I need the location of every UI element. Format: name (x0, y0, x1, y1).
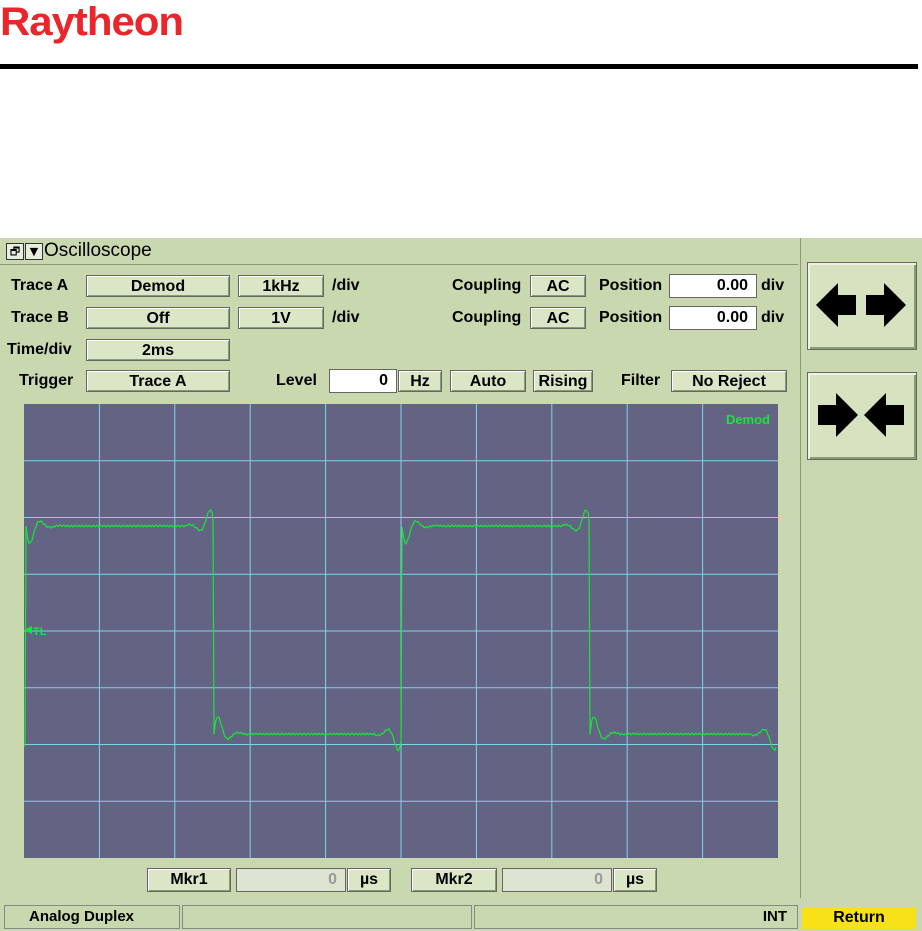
header-rule (0, 64, 918, 69)
trace-b-source-button[interactable]: Off (86, 307, 230, 329)
trace-b-per-div-label: /div (332, 309, 360, 326)
arrows-inward-icon (818, 393, 904, 437)
expand-button[interactable] (807, 262, 917, 350)
trigger-marker-label: TL (33, 626, 47, 638)
marker2-button[interactable]: Mkr2 (411, 868, 497, 892)
return-button[interactable]: Return (802, 907, 916, 929)
instrument-screen: 🗗 ▼ Oscilloscope Trace A Demod 1kHz /div… (0, 238, 922, 931)
timebase-button[interactable]: 2ms (86, 339, 230, 361)
trace-a-position-input[interactable]: 0.00 (669, 274, 757, 298)
trigger-filter-button[interactable]: No Reject (671, 370, 787, 392)
timebase-label: Time/div (7, 341, 72, 358)
raytheon-logo: Raytheon (0, 0, 184, 44)
trace-a-coupling-button[interactable]: AC (530, 275, 586, 297)
oscilloscope-display[interactable]: Demod TL (24, 404, 778, 858)
trigger-label: Trigger (19, 372, 74, 389)
trace-a-coupling-label: Coupling (452, 277, 522, 294)
status-mode: Analog Duplex (4, 905, 180, 929)
trace-b-position-unit: div (761, 309, 785, 326)
side-panel (800, 238, 922, 898)
trace-b-label: Trace B (11, 309, 69, 326)
trace-a-position-label: Position (599, 277, 663, 294)
trace-a-position-unit: div (761, 277, 785, 294)
marker1-button[interactable]: Mkr1 (147, 868, 231, 892)
trace-a-source-button[interactable]: Demod (86, 275, 230, 297)
arrows-outward-icon (816, 283, 906, 327)
trigger-slope-button[interactable]: Rising (533, 370, 593, 392)
trace-a-label: Trace A (11, 277, 69, 294)
trigger-filter-label: Filter (621, 372, 661, 389)
compress-button[interactable] (807, 372, 917, 460)
dropdown-triangle-icon[interactable]: ▼ (25, 243, 43, 260)
marker2-unit-button[interactable]: µs (613, 868, 657, 892)
trace-a-scale-button[interactable]: 1kHz (238, 275, 324, 297)
trigger-level-unit-button[interactable]: Hz (398, 370, 442, 392)
window-title: Oscilloscope (44, 240, 152, 261)
status-reference: INT (474, 905, 798, 929)
restore-icon[interactable]: 🗗 (6, 243, 24, 260)
trace-b-coupling-label: Coupling (452, 309, 522, 326)
trigger-level-label: Level (276, 372, 317, 389)
trace-name-label: Demod (726, 412, 770, 427)
trace-b-coupling-button[interactable]: AC (530, 307, 586, 329)
trigger-mode-button[interactable]: Auto (450, 370, 526, 392)
trigger-source-button[interactable]: Trace A (86, 370, 230, 392)
trace-a-per-div-label: /div (332, 277, 360, 294)
marker1-value-field[interactable]: 0 (236, 868, 346, 892)
marker1-unit-button[interactable]: µs (347, 868, 391, 892)
trace-b-position-input[interactable]: 0.00 (669, 306, 757, 330)
window-titlebar: 🗗 ▼ Oscilloscope (0, 238, 798, 265)
trigger-level-input[interactable]: 0 (329, 369, 397, 393)
trace-b-scale-button[interactable]: 1V (238, 307, 324, 329)
trace-b-position-label: Position (599, 309, 663, 326)
marker2-value-field[interactable]: 0 (502, 868, 612, 892)
status-segment (182, 905, 472, 929)
